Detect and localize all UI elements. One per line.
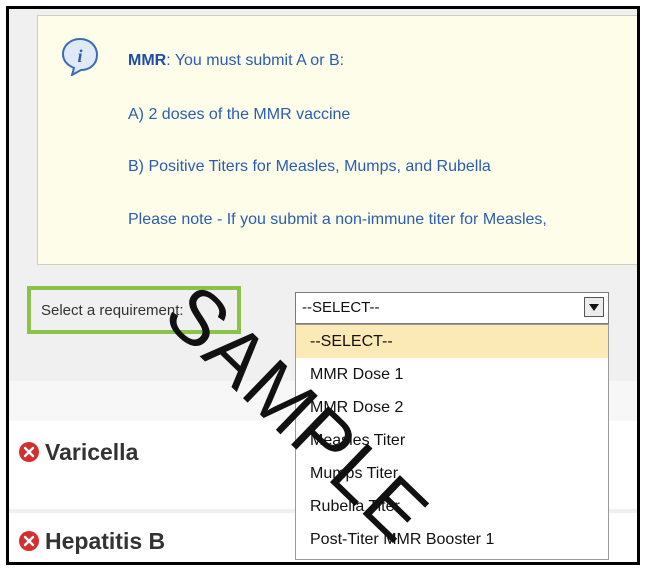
- info-note: Please note - If you submit a non-immune…: [128, 211, 547, 228]
- requirement-select[interactable]: --SELECT--: [295, 292, 609, 324]
- info-icon: i: [61, 37, 99, 76]
- section-label: Varicella: [45, 439, 139, 465]
- x-circle-icon: [19, 441, 39, 462]
- chevron-down-icon[interactable]: [584, 297, 604, 317]
- svg-text:i: i: [77, 46, 82, 66]
- section-title-varicella[interactable]: Varicella: [19, 439, 138, 466]
- mmr-info-box: i MMR: You must submit A or B: A) 2 dose…: [37, 15, 637, 265]
- info-title-bold: MMR: [128, 52, 167, 69]
- info-option-b: B) Positive Titers for Measles, Mumps, a…: [128, 158, 491, 175]
- section-label: Hepatitis B: [45, 528, 166, 554]
- info-option-a: A) 2 doses of the MMR vaccine: [128, 106, 351, 123]
- section-title-hepatitis-b[interactable]: Hepatitis B: [19, 528, 165, 555]
- dropdown-option[interactable]: MMR Dose 1: [296, 358, 608, 391]
- dropdown-option[interactable]: Post-Titer MMR Booster 1: [296, 523, 608, 556]
- info-title: MMR: You must submit A or B:: [128, 52, 344, 70]
- screenshot-frame: i MMR: You must submit A or B: A) 2 dose…: [6, 6, 640, 565]
- info-title-rest: : You must submit A or B:: [166, 52, 345, 69]
- dropdown-option[interactable]: --SELECT--: [296, 325, 608, 358]
- requirement-select-value: --SELECT--: [302, 299, 380, 316]
- x-circle-icon: [19, 530, 39, 551]
